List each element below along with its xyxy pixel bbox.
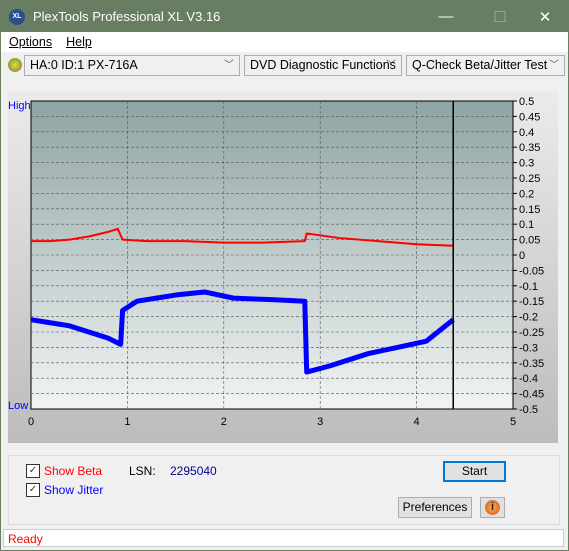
chart-panel: 0.5 0.45 0.4 0.35 0.3 0.25 0.2 0.15 0.1 0.05 0 -0.0… [8,91,558,443]
x-tick-label: 0 [28,416,34,428]
maximize-button[interactable]: ☐ [477,1,523,32]
window-title: PlexTools Professional XL V3.16 [33,9,221,24]
menu-options[interactable]: Options [9,35,52,49]
disc-icon [8,58,22,72]
preferences-button[interactable]: Preferences [398,497,472,518]
show-beta-checkbox[interactable]: ✓ [26,464,40,478]
x-tick-label: 4 [414,416,420,428]
y-tick-label: 0.4 [519,127,534,139]
drive-value: HA:0 ID:1 PX-716A [30,58,138,72]
y-tick-label: 0.25 [519,173,540,185]
toolbar: HA:0 ID:1 PX-716A ﹀ DVD Diagnostic Functi… [1,52,568,80]
lsn-label: LSN: [129,464,156,478]
y-tick-label: -0.05 [519,265,544,277]
title-bar: XL PlexTools Professional XL V3.16 — ☐ ✕ [1,1,568,32]
y-tick-label: -0.15 [519,296,544,308]
y-tick-label: -0.5 [519,404,538,416]
chevron-down-icon: ﹀ [549,60,559,71]
x-tick-label: 1 [124,416,130,428]
y-tick-label: -0.1 [519,281,538,293]
y-tick-label: -0.4 [519,373,538,385]
info-button[interactable]: i [480,497,505,518]
y-tick-label: -0.2 [519,312,538,324]
lsn-value: 2295040 [170,464,217,478]
high-label: High [8,100,31,112]
low-label: Low [8,400,28,412]
menu-help[interactable]: Help [66,35,92,49]
test-select[interactable]: Q-Check Beta/Jitter Test ﹀ [406,55,565,76]
y-tick-label: 0.45 [519,111,540,123]
y-tick-label: -0.35 [519,358,544,370]
close-button[interactable]: ✕ [522,1,568,32]
show-jitter-checkbox[interactable]: ✓ [26,483,40,497]
y-tick-label: 0.5 [519,96,534,108]
x-tick-label: 5 [510,416,516,428]
minimize-button[interactable]: — [423,1,469,32]
x-tick-label: 3 [317,416,323,428]
drive-select[interactable]: HA:0 ID:1 PX-716A ﹀ [24,55,240,76]
x-tick-label: 2 [221,416,227,428]
app-logo: XL [9,8,25,25]
y-tick-label: 0.05 [519,235,540,247]
y-tick-label: 0 [519,250,525,262]
y-tick-label: 0.35 [519,142,540,154]
y-tick-label: -0.25 [519,327,544,339]
function-select[interactable]: DVD Diagnostic Functions ﹀ [244,55,402,76]
show-beta-label[interactable]: Show Beta [44,464,102,478]
menu-bar: Options Help [1,32,568,52]
start-button[interactable]: Start [443,461,506,482]
info-icon: i [485,500,500,515]
chevron-down-icon: ﹀ [224,60,234,71]
beta-jitter-chart: 0.5 0.45 0.4 0.35 0.3 0.25 0.2 0.15 0.1 0.05 0 -0.0… [8,96,544,428]
y-tick-label: 0.3 [519,158,534,170]
show-jitter-label[interactable]: Show Jitter [44,483,103,497]
function-value: DVD Diagnostic Functions [250,58,396,72]
y-tick-label: 0.2 [519,188,534,200]
chevron-down-icon: ﹀ [386,60,396,71]
test-value: Q-Check Beta/Jitter Test [412,58,548,72]
y-tick-label: 0.15 [519,204,540,216]
status-bar: Ready [3,529,564,547]
y-tick-label: -0.45 [519,389,544,401]
controls-panel: ✓ Show Beta ✓ Show Jitter LSN: 2295040 S… [8,455,560,525]
y-tick-label: -0.3 [519,342,538,354]
y-tick-label: 0.1 [519,219,534,231]
